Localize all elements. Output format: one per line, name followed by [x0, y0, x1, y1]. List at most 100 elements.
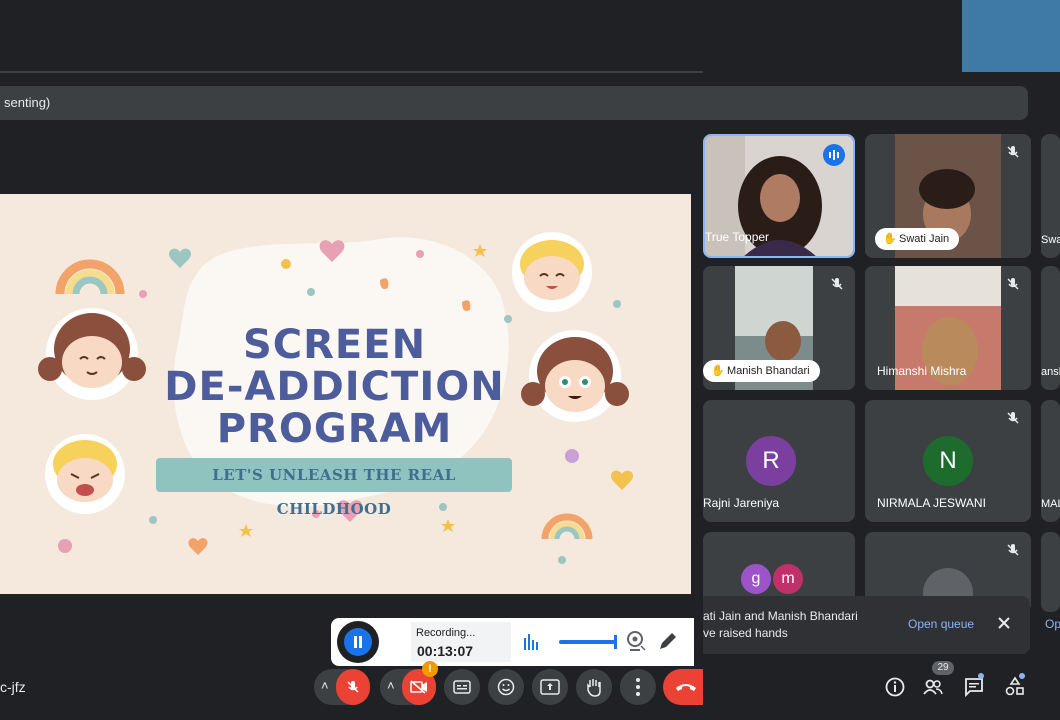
more-options-button[interactable] [620, 669, 656, 705]
open-queue-link[interactable]: Open queue [908, 617, 974, 631]
heart-shape [611, 470, 633, 490]
chevron-up-icon[interactable]: ˄ [321, 678, 329, 693]
participant-name: Swati [1041, 234, 1060, 246]
hand-icon [587, 679, 601, 697]
participant-tile-himanshi-mishra[interactable]: Himanshi Mishra [865, 266, 1031, 390]
presenting-label: senting) [4, 95, 51, 110]
slide-title-line-1: SCREEN [242, 322, 427, 368]
participant-tile-true-topper[interactable]: True Topper [703, 134, 855, 258]
confetti-dot [613, 300, 621, 308]
activities-notification-dot [1019, 673, 1025, 679]
emoji-icon [497, 678, 515, 696]
chat-icon[interactable] [963, 676, 985, 698]
emoji-reactions-button[interactable] [488, 669, 524, 705]
participant-tile-partial[interactable]: anshi [1041, 266, 1060, 390]
participant-tile-rajni-jareniya[interactable]: R Rajni Jareniya [703, 400, 855, 522]
participant-tile-nirmala-jeswani[interactable]: N NIRMALA JESWANI [865, 400, 1031, 522]
activities-icon[interactable] [1004, 676, 1026, 698]
present-now-button[interactable] [532, 669, 568, 705]
speaking-indicator-icon [823, 144, 845, 166]
participant-name: NIRMALA JESWANI [877, 496, 986, 510]
present-icon [540, 679, 560, 695]
mic-off-icon [831, 278, 843, 290]
avatar-initial: R [762, 447, 780, 474]
pause-icon [344, 628, 372, 656]
meeting-details-icon[interactable] [884, 676, 906, 698]
recording-status-box: Recording... 00:13:07 [411, 622, 511, 662]
presenting-bar: senting) [0, 86, 1028, 120]
slide-title-line-2: DE-ADDICTION [164, 364, 505, 410]
recording-widget: Recording... 00:13:07 [331, 618, 694, 666]
confetti-dot [139, 290, 147, 298]
volume-slider[interactable] [559, 635, 617, 649]
toast-line-1: ati Jain and Manish Bhandari [703, 609, 858, 623]
top-divider [0, 71, 703, 73]
confetti-dot [58, 539, 72, 553]
raised-hand-icon: ✋ [711, 365, 725, 377]
participant-name: Rajni Jareniya [703, 496, 780, 510]
avatar: m [773, 564, 803, 594]
heart-shape [188, 538, 208, 555]
partial-open-link[interactable]: Op [1045, 617, 1060, 631]
warning-badge: ! [422, 661, 438, 677]
close-icon[interactable] [995, 614, 1013, 632]
confetti-dot [416, 250, 424, 258]
chat-notification-dot [978, 673, 984, 679]
confetti-dot [307, 288, 315, 296]
recording-timer: 00:13:07 [417, 643, 474, 659]
pen-icon[interactable] [657, 630, 679, 652]
avatar-initial: g [751, 570, 761, 587]
avatar-initial: N [939, 447, 957, 474]
more-vert-icon [636, 678, 640, 696]
raise-hand-button[interactable] [576, 669, 612, 705]
slide-subtitle-ribbon: LET'S UNLEASH THE REAL CHILDHOOD [156, 458, 512, 518]
mic-off-icon [1007, 412, 1019, 424]
volume-slider-thumb[interactable] [614, 635, 617, 649]
raised-hand-name-pill: ✋ Manish Bhandari [703, 360, 820, 382]
webcam-icon[interactable] [625, 630, 647, 654]
raised-hand-icon: ✋ [883, 233, 897, 245]
confetti-dot [558, 556, 566, 564]
heart-shape [169, 248, 191, 268]
participant-tile-swati-jain[interactable]: ✋ Swati Jain [865, 134, 1031, 258]
top-blue-panel [962, 0, 1060, 72]
end-call-icon [676, 684, 696, 691]
rainbow-left [55, 259, 125, 295]
audio-level-icon [524, 634, 538, 650]
camera-off-icon [410, 680, 427, 694]
top-area [0, 0, 1060, 73]
slide-title-line-3: PROGRAM [216, 406, 453, 452]
chevron-up-icon[interactable]: ˄ [387, 678, 395, 693]
participant-name: Manish Bhandari [727, 365, 810, 377]
meet-window: senting) SCREEN DE-ADDICTION PROGRAM LET… [0, 0, 1060, 720]
avatar: N [923, 436, 973, 486]
participant-name: anshi [1041, 366, 1060, 378]
boy-face-top-right [512, 232, 592, 312]
captions-button[interactable] [444, 669, 480, 705]
participant-tile-partial[interactable]: MAL [1041, 400, 1060, 522]
participant-tile-partial[interactable]: Swati [1041, 134, 1060, 258]
mic-off-icon [347, 681, 359, 693]
mic-control-group[interactable]: ˄ [314, 669, 370, 705]
leave-call-button[interactable] [663, 669, 703, 705]
camera-control-group[interactable]: ˄ ! [380, 661, 438, 705]
people-icon[interactable] [922, 676, 944, 698]
star-shape [473, 244, 487, 257]
raised-hand-name-pill: ✋ Swati Jain [875, 228, 960, 250]
mic-off-button[interactable] [336, 669, 370, 705]
pause-recording-button[interactable] [337, 621, 379, 663]
participant-tile-partial[interactable] [1041, 532, 1060, 612]
participant-name: MAL [1041, 498, 1060, 510]
mic-off-icon [1007, 544, 1019, 556]
slide-subtitle: LET'S UNLEASH THE REAL CHILDHOOD [212, 466, 456, 518]
participant-name: Swati Jain [899, 233, 950, 245]
avatar-initial: m [781, 570, 795, 587]
rainbow-right [541, 513, 593, 540]
captions-icon [453, 680, 471, 694]
confetti-dot [281, 259, 291, 269]
recording-status: Recording... [416, 627, 476, 639]
raised-hands-toast: ati Jain and Manish Bhandari ve raised h… [703, 596, 1030, 654]
participant-name: Himanshi Mishra [877, 364, 967, 378]
mic-off-icon [1007, 146, 1019, 158]
participant-tile-manish-bhandari[interactable]: ✋ Manish Bhandari [703, 266, 855, 390]
